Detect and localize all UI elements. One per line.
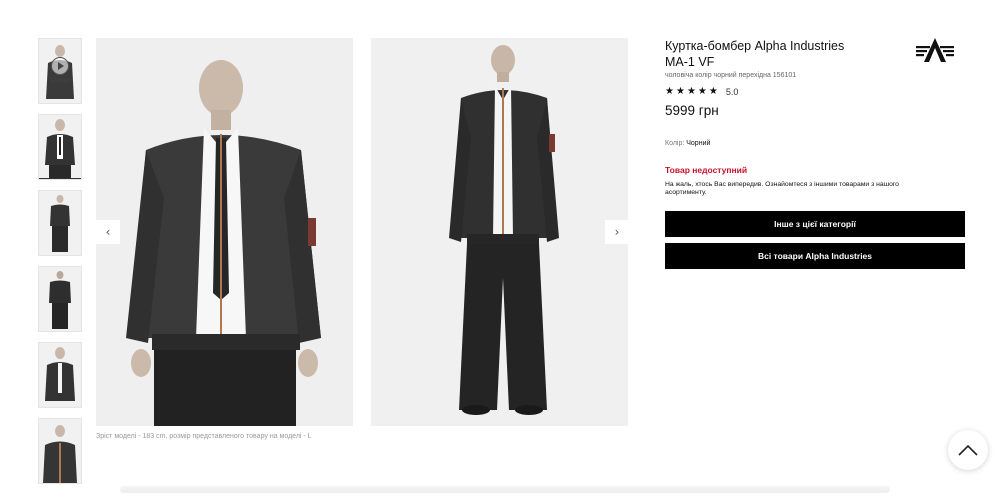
- other-in-category-button[interactable]: Інше з цієї категорії: [665, 211, 965, 237]
- star-icon: ★: [708, 86, 718, 97]
- color-value: Чорний: [686, 140, 711, 147]
- chevron-up-icon: [958, 444, 978, 456]
- model-thumbnail-image: [39, 191, 81, 255]
- bottom-divider: [120, 486, 890, 493]
- all-brand-products-button[interactable]: Всі товари Alpha Industries: [665, 243, 965, 269]
- star-icon: ★: [675, 86, 685, 97]
- model-thumbnail-image: [39, 115, 81, 179]
- thumbnail-4[interactable]: [38, 266, 82, 332]
- star-icon: ★: [665, 86, 674, 97]
- thumbnail-6[interactable]: [38, 418, 82, 484]
- gallery-prev-button[interactable]: ‹: [96, 220, 120, 244]
- rating-value: 5.0: [725, 87, 739, 97]
- product-image-secondary: [371, 38, 628, 426]
- model-full-body-image: [371, 38, 628, 426]
- brand-logo[interactable]: [916, 38, 954, 62]
- model-thumbnail-image: [39, 343, 81, 407]
- rating-stars: ★ ★ ★ ★ ★: [665, 87, 718, 97]
- chevron-left-icon: ‹: [105, 225, 111, 239]
- product-image-main: [96, 38, 353, 426]
- gallery-next-button[interactable]: ›: [605, 220, 629, 244]
- product-price: 5999 грн: [665, 103, 719, 118]
- thumbnail-video[interactable]: Video: [38, 38, 82, 104]
- product-subtitle: чоловіча колір чорний перехідна 156101: [665, 72, 797, 79]
- video-label: Video: [49, 76, 71, 85]
- model-size-caption: Зріст моделі - 183 cm, розмір представле…: [96, 433, 312, 440]
- color-label: Колір:: [665, 140, 685, 147]
- model-thumbnail-image: [39, 419, 81, 483]
- star-icon: ★: [697, 86, 707, 97]
- alpha-industries-logo-icon: [916, 38, 954, 62]
- model-thumbnail-image: [39, 267, 81, 331]
- product-color: Колір: Чорний: [665, 140, 965, 147]
- unavailable-title: Товар недоступний: [665, 165, 748, 175]
- product-rating[interactable]: ★ ★ ★ ★ ★ 5.0: [665, 86, 965, 98]
- chevron-right-icon: ›: [614, 225, 620, 239]
- play-icon[interactable]: [51, 57, 69, 75]
- thumbnail-5[interactable]: [38, 342, 82, 408]
- star-icon: ★: [686, 86, 696, 97]
- thumbnail-3[interactable]: [38, 190, 82, 256]
- product-info-panel: Куртка-бомбер Alpha Industries MA-1 VF ч…: [665, 38, 965, 269]
- scroll-to-top-button[interactable]: [948, 430, 988, 470]
- thumbnail-2[interactable]: [38, 114, 82, 180]
- model-front-closeup-image: [96, 38, 353, 426]
- unavailable-message: На жаль, хтось Вас випередив. Ознайомтес…: [665, 181, 899, 196]
